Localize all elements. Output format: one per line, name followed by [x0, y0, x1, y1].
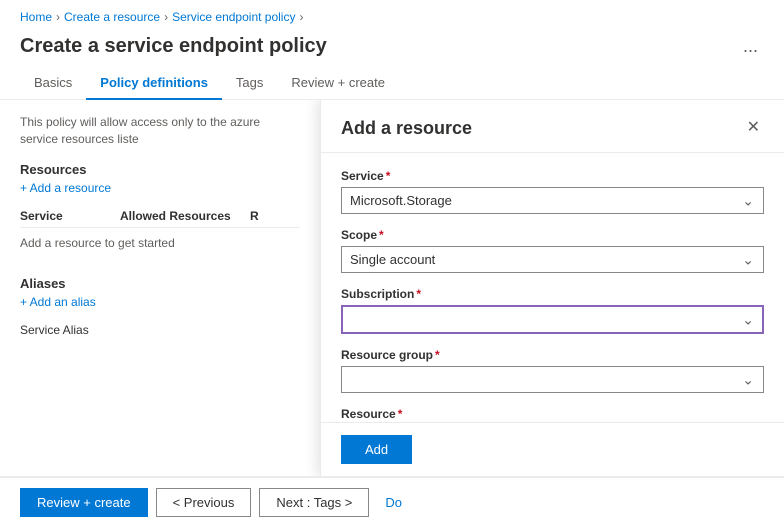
resource-field-group: Resource* securedstorage1	[341, 407, 764, 422]
resource-group-label: Resource group*	[341, 348, 764, 362]
subscription-label: Subscription*	[341, 287, 764, 301]
service-label: Service*	[341, 169, 764, 183]
subscription-field-group: Subscription*	[341, 287, 764, 334]
add-resource-panel: Add a resource ✕ Service* Microsoft.Stor…	[320, 100, 784, 476]
tab-basics[interactable]: Basics	[20, 67, 86, 100]
alias-label: Service Alias	[20, 319, 300, 341]
previous-button[interactable]: < Previous	[156, 488, 252, 517]
subscription-select[interactable]	[341, 305, 764, 334]
page-title: Create a service endpoint policy	[20, 35, 737, 58]
modal-body: Service* Microsoft.Storage Microsoft.Sql…	[321, 153, 784, 422]
resource-group-select-wrapper	[341, 366, 764, 393]
modal-footer: Add	[321, 422, 784, 476]
modal-close-button[interactable]: ✕	[743, 116, 764, 140]
add-alias-link[interactable]: + Add an alias	[20, 295, 300, 309]
breadcrumb: Home › Create a resource › Service endpo…	[0, 0, 784, 30]
col-r: R	[250, 209, 300, 223]
left-panel: This policy will allow access only to th…	[0, 100, 320, 476]
next-button[interactable]: Next : Tags >	[259, 488, 369, 517]
tab-review-create[interactable]: Review + create	[277, 67, 399, 100]
subscription-select-wrapper	[341, 305, 764, 334]
resource-group-select[interactable]	[341, 366, 764, 393]
col-service: Service	[20, 209, 120, 223]
page-header: Create a service endpoint policy ...	[0, 30, 784, 67]
download-button[interactable]: Do	[377, 489, 410, 516]
content-area: This policy will allow access only to th…	[0, 100, 784, 476]
review-create-button[interactable]: Review + create	[20, 488, 148, 517]
scope-select-wrapper: Single account All accounts All accounts…	[341, 246, 764, 273]
modal-title: Add a resource	[341, 118, 472, 139]
resource-group-field-group: Resource group*	[341, 348, 764, 393]
service-select-wrapper: Microsoft.Storage Microsoft.Sql Microsof…	[341, 187, 764, 214]
service-field-group: Service* Microsoft.Storage Microsoft.Sql…	[341, 169, 764, 214]
breadcrumb-policy[interactable]: Service endpoint policy	[172, 10, 295, 24]
service-select[interactable]: Microsoft.Storage Microsoft.Sql Microsof…	[341, 187, 764, 214]
tab-bar: Basics Policy definitions Tags Review + …	[0, 67, 784, 100]
tab-policy-definitions[interactable]: Policy definitions	[86, 67, 222, 100]
tab-tags[interactable]: Tags	[222, 67, 277, 100]
col-allowed: Allowed Resources	[120, 209, 250, 223]
scope-field-group: Scope* Single account All accounts All a…	[341, 228, 764, 273]
resources-table-header: Service Allowed Resources R	[20, 205, 300, 228]
scope-label: Scope*	[341, 228, 764, 242]
aliases-section-title: Aliases	[20, 276, 300, 291]
modal-add-button[interactable]: Add	[341, 435, 412, 464]
policy-description: This policy will allow access only to th…	[20, 114, 300, 148]
page-menu-button[interactable]: ...	[737, 34, 764, 59]
resource-label: Resource*	[341, 407, 764, 421]
add-resource-link[interactable]: + Add a resource	[20, 181, 300, 195]
bottom-bar: Review + create < Previous Next : Tags >…	[0, 476, 784, 527]
scope-select[interactable]: Single account All accounts All accounts…	[341, 246, 764, 273]
modal-header: Add a resource ✕	[321, 100, 784, 153]
breadcrumb-home[interactable]: Home	[20, 10, 52, 24]
breadcrumb-create-resource[interactable]: Create a resource	[64, 10, 160, 24]
resources-section-title: Resources	[20, 162, 300, 177]
resources-empty-text: Add a resource to get started	[20, 228, 300, 258]
